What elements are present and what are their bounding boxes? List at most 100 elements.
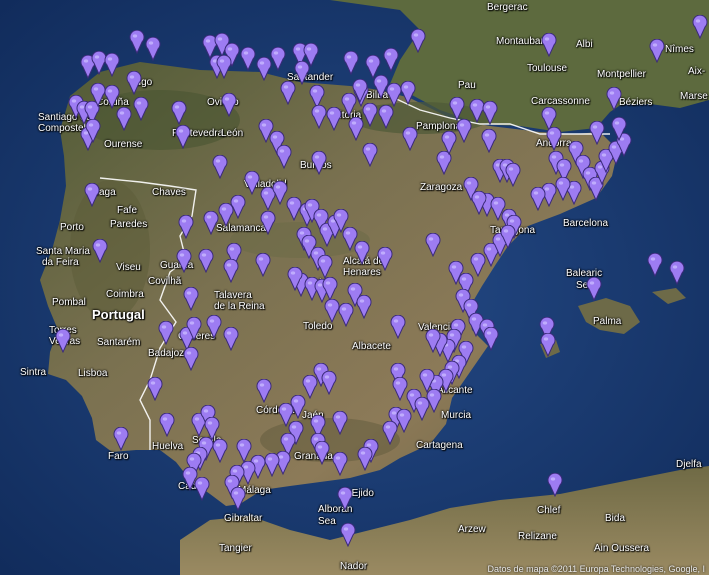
map-marker[interactable] bbox=[206, 315, 222, 339]
map-marker[interactable] bbox=[159, 413, 175, 437]
map-marker[interactable] bbox=[352, 79, 368, 103]
map-marker[interactable] bbox=[611, 117, 627, 141]
map-marker[interactable] bbox=[396, 409, 412, 433]
map-marker[interactable] bbox=[586, 277, 602, 301]
map-marker[interactable] bbox=[203, 211, 219, 235]
map-marker[interactable] bbox=[236, 439, 252, 463]
map-marker[interactable] bbox=[171, 101, 187, 125]
map-marker[interactable] bbox=[260, 211, 276, 235]
map-view[interactable]: Bergerac Montauban Albi Nîmes Toulouse Montpe… bbox=[0, 0, 709, 575]
map-marker[interactable] bbox=[482, 101, 498, 125]
map-marker[interactable] bbox=[175, 125, 191, 149]
map-marker[interactable] bbox=[223, 327, 239, 351]
map-marker[interactable] bbox=[483, 327, 499, 351]
map-marker[interactable] bbox=[147, 377, 163, 401]
map-marker[interactable] bbox=[402, 127, 418, 151]
map-marker[interactable] bbox=[649, 39, 665, 63]
map-marker[interactable] bbox=[223, 259, 239, 283]
map-marker[interactable] bbox=[311, 105, 327, 129]
map-marker[interactable] bbox=[326, 107, 342, 131]
map-marker[interactable] bbox=[240, 47, 256, 71]
map-marker[interactable] bbox=[92, 239, 108, 263]
map-marker[interactable] bbox=[425, 233, 441, 257]
map-marker[interactable] bbox=[383, 48, 399, 72]
map-marker[interactable] bbox=[340, 523, 356, 547]
map-marker[interactable] bbox=[547, 473, 563, 497]
map-marker[interactable] bbox=[145, 37, 161, 61]
map-marker[interactable] bbox=[129, 30, 145, 54]
map-marker[interactable] bbox=[555, 177, 571, 201]
map-marker[interactable] bbox=[230, 195, 246, 219]
map-marker[interactable] bbox=[116, 107, 132, 131]
map-marker[interactable] bbox=[186, 317, 202, 341]
map-marker[interactable] bbox=[321, 371, 337, 395]
map-marker[interactable] bbox=[589, 121, 605, 145]
map-marker[interactable] bbox=[505, 163, 521, 187]
map-credit: Datos de mapa ©2011 Europa Technologies,… bbox=[487, 564, 705, 574]
map-marker[interactable] bbox=[158, 321, 174, 345]
map-marker[interactable] bbox=[669, 261, 685, 285]
map-marker[interactable] bbox=[400, 81, 416, 105]
map-marker[interactable] bbox=[546, 127, 562, 151]
map-marker[interactable] bbox=[287, 267, 303, 291]
map-marker[interactable] bbox=[212, 439, 228, 463]
map-marker[interactable] bbox=[212, 155, 228, 179]
map-marker[interactable] bbox=[343, 51, 359, 75]
map-marker[interactable] bbox=[314, 441, 330, 465]
map-marker[interactable] bbox=[230, 487, 246, 511]
map-marker[interactable] bbox=[392, 377, 408, 401]
map-marker[interactable] bbox=[104, 85, 120, 109]
map-marker[interactable] bbox=[362, 143, 378, 167]
map-marker[interactable] bbox=[317, 255, 333, 279]
map-marker[interactable] bbox=[362, 103, 378, 127]
map-marker[interactable] bbox=[198, 249, 214, 273]
map-marker[interactable] bbox=[332, 411, 348, 435]
map-marker[interactable] bbox=[194, 477, 210, 501]
map-marker[interactable] bbox=[354, 241, 370, 265]
map-marker[interactable] bbox=[471, 191, 487, 215]
map-marker[interactable] bbox=[481, 129, 497, 153]
map-marker[interactable] bbox=[410, 29, 426, 53]
map-marker[interactable] bbox=[647, 253, 663, 277]
map-marker[interactable] bbox=[183, 287, 199, 311]
map-marker[interactable] bbox=[255, 253, 271, 277]
map-marker[interactable] bbox=[540, 333, 556, 357]
map-marker[interactable] bbox=[386, 83, 402, 107]
map-marker[interactable] bbox=[126, 71, 142, 95]
map-marker[interactable] bbox=[294, 61, 310, 85]
map-marker[interactable] bbox=[85, 119, 101, 143]
map-marker[interactable] bbox=[104, 53, 120, 77]
map-marker[interactable] bbox=[133, 97, 149, 121]
map-marker[interactable] bbox=[176, 249, 192, 273]
map-marker[interactable] bbox=[357, 447, 373, 471]
map-marker[interactable] bbox=[270, 47, 286, 71]
map-marker[interactable] bbox=[692, 15, 708, 39]
map-marker[interactable] bbox=[311, 151, 327, 175]
map-marker[interactable] bbox=[606, 87, 622, 111]
map-marker[interactable] bbox=[377, 247, 393, 271]
map-marker[interactable] bbox=[221, 93, 237, 117]
map-marker[interactable] bbox=[500, 225, 516, 249]
map-marker[interactable] bbox=[322, 277, 338, 301]
map-marker[interactable] bbox=[55, 329, 71, 353]
map-marker[interactable] bbox=[441, 131, 457, 155]
map-marker[interactable] bbox=[216, 55, 232, 79]
map-marker[interactable] bbox=[530, 187, 546, 211]
map-marker[interactable] bbox=[378, 105, 394, 129]
map-marker[interactable] bbox=[425, 329, 441, 353]
map-marker[interactable] bbox=[264, 453, 280, 477]
map-marker[interactable] bbox=[541, 33, 557, 57]
map-marker[interactable] bbox=[178, 215, 194, 239]
map-marker[interactable] bbox=[244, 171, 260, 195]
map-marker[interactable] bbox=[390, 315, 406, 339]
map-marker[interactable] bbox=[183, 347, 199, 371]
map-marker[interactable] bbox=[113, 427, 129, 451]
map-marker[interactable] bbox=[337, 487, 353, 511]
map-marker[interactable] bbox=[449, 97, 465, 121]
map-marker[interactable] bbox=[84, 183, 100, 207]
map-marker[interactable] bbox=[356, 295, 372, 319]
map-marker[interactable] bbox=[256, 379, 272, 403]
map-marker[interactable] bbox=[414, 397, 430, 421]
map-marker[interactable] bbox=[276, 145, 292, 169]
map-marker[interactable] bbox=[332, 452, 348, 476]
